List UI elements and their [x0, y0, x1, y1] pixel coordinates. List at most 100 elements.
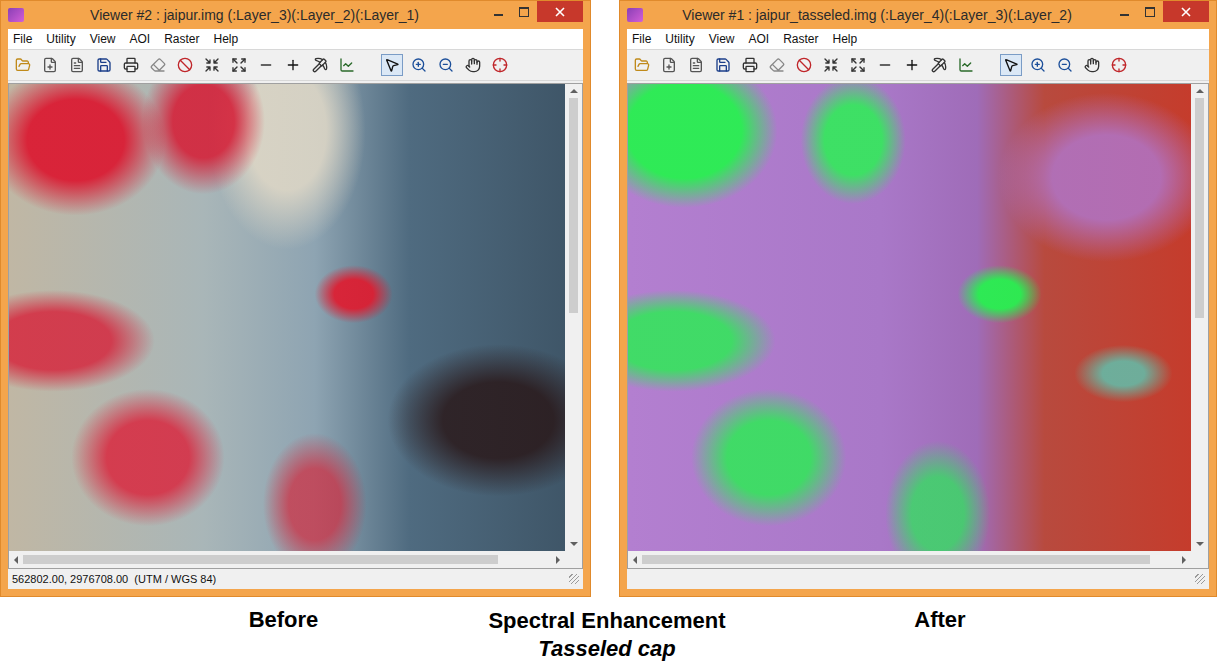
window-controls [485, 1, 583, 22]
tool-button[interactable] [1081, 54, 1103, 76]
printer-icon [742, 57, 758, 73]
scroll-thumb[interactable] [1195, 98, 1204, 318]
scroll-thumb[interactable] [642, 555, 1150, 564]
tool-button[interactable] [282, 54, 304, 76]
menu-bar: File Utility View AOI Raster Help [8, 29, 583, 49]
scroll-left-icon[interactable] [14, 556, 18, 564]
viewer-window[interactable]: Viewer #1 : jaipur_tasseled.img (:Layer_… [619, 0, 1217, 597]
scroll-track[interactable] [1191, 98, 1208, 537]
after-caption: After [757, 607, 1217, 663]
tool-button[interactable] [336, 54, 358, 76]
menu-bar: File Utility View AOI Raster Help [627, 29, 1209, 49]
tool-button[interactable] [955, 54, 977, 76]
tool-button[interactable] [928, 54, 950, 76]
tool-button[interactable] [489, 54, 511, 76]
close-button[interactable] [537, 1, 583, 22]
tool-button[interactable] [739, 54, 761, 76]
horizontal-scrollbar[interactable] [628, 551, 1191, 568]
menu-item[interactable]: View [709, 32, 735, 46]
caption-title: Spectral Enhancement [488, 607, 725, 635]
maximize-button[interactable] [511, 1, 537, 22]
tool-button[interactable] [12, 54, 34, 76]
tool-button[interactable] [93, 54, 115, 76]
resize-grip-icon[interactable] [1195, 574, 1205, 584]
tool-button[interactable] [462, 54, 484, 76]
title-bar[interactable]: Viewer #2 : jaipur.img (:Layer_3)(:Layer… [8, 1, 583, 29]
tool-button[interactable] [1108, 54, 1130, 76]
menu-item[interactable]: AOI [748, 32, 769, 46]
tool-button[interactable] [228, 54, 250, 76]
new-file-icon [42, 57, 58, 73]
window-title: Viewer #1 : jaipur_tasseled.img (:Layer_… [643, 7, 1111, 23]
tool-button[interactable] [658, 54, 680, 76]
menu-item[interactable]: AOI [129, 32, 150, 46]
minimize-button[interactable] [485, 1, 511, 22]
printer-icon [123, 57, 139, 73]
tool-button[interactable] [1054, 54, 1076, 76]
status-text: 562802.00, 2976708.00 (UTM / WGS 84) [12, 573, 216, 585]
tool-button[interactable] [1000, 54, 1022, 76]
maximize-icon [1145, 7, 1155, 17]
title-bar[interactable]: Viewer #1 : jaipur_tasseled.img (:Layer_… [627, 1, 1209, 29]
close-icon [555, 7, 565, 17]
vertical-scrollbar[interactable] [565, 84, 582, 551]
vertical-scrollbar[interactable] [1191, 84, 1208, 551]
viewer-area [627, 83, 1209, 569]
tool-button[interactable] [435, 54, 457, 76]
tool-button[interactable] [847, 54, 869, 76]
tool-button[interactable] [901, 54, 923, 76]
viewer-window[interactable]: Viewer #2 : jaipur.img (:Layer_3)(:Layer… [0, 0, 591, 597]
scroll-left-icon[interactable] [633, 556, 637, 564]
menu-item[interactable]: File [632, 32, 651, 46]
tool-button[interactable] [174, 54, 196, 76]
minimize-button[interactable] [1111, 1, 1137, 22]
menu-item[interactable]: Help [214, 32, 239, 46]
scroll-up-icon[interactable] [570, 89, 578, 93]
menu-item[interactable]: Raster [783, 32, 818, 46]
image-canvas[interactable] [9, 84, 565, 551]
tool-button[interactable] [201, 54, 223, 76]
tool-button[interactable] [39, 54, 61, 76]
scroll-track[interactable] [23, 551, 551, 568]
scroll-right-icon[interactable] [1182, 556, 1186, 564]
tool-button[interactable] [408, 54, 430, 76]
tool-button[interactable] [712, 54, 734, 76]
scroll-thumb[interactable] [569, 98, 578, 313]
scroll-down-icon[interactable] [1196, 542, 1204, 546]
menu-item[interactable]: View [90, 32, 116, 46]
tool-button[interactable] [685, 54, 707, 76]
menu-item[interactable]: Utility [46, 32, 75, 46]
scroll-up-icon[interactable] [1196, 89, 1204, 93]
scroll-down-icon[interactable] [570, 542, 578, 546]
scroll-track[interactable] [642, 551, 1177, 568]
tool-button[interactable] [1027, 54, 1049, 76]
zoom-in-icon [411, 57, 427, 73]
tool-button[interactable] [766, 54, 788, 76]
tool-button[interactable] [874, 54, 896, 76]
tool-button[interactable] [631, 54, 653, 76]
crosshair-icon [492, 57, 508, 73]
tool-button[interactable] [381, 54, 403, 76]
close-button[interactable] [1163, 1, 1209, 22]
pan-hand-icon [1084, 57, 1100, 73]
tool-button[interactable] [820, 54, 842, 76]
maximize-button[interactable] [1137, 1, 1163, 22]
scroll-track[interactable] [565, 98, 582, 537]
image-canvas[interactable] [628, 84, 1191, 551]
tool-button[interactable] [309, 54, 331, 76]
tool-button[interactable] [66, 54, 88, 76]
tool-button[interactable] [793, 54, 815, 76]
tool-button[interactable] [120, 54, 142, 76]
menu-item[interactable]: Help [833, 32, 858, 46]
scroll-right-icon[interactable] [556, 556, 560, 564]
tool-button[interactable] [255, 54, 277, 76]
resize-grip-icon[interactable] [569, 574, 579, 584]
app-logo-icon [8, 8, 24, 22]
tool-bar [8, 49, 583, 81]
tool-button[interactable] [147, 54, 169, 76]
horizontal-scrollbar[interactable] [9, 551, 565, 568]
scroll-thumb[interactable] [23, 555, 498, 564]
menu-item[interactable]: File [13, 32, 32, 46]
menu-item[interactable]: Raster [164, 32, 199, 46]
menu-item[interactable]: Utility [665, 32, 694, 46]
